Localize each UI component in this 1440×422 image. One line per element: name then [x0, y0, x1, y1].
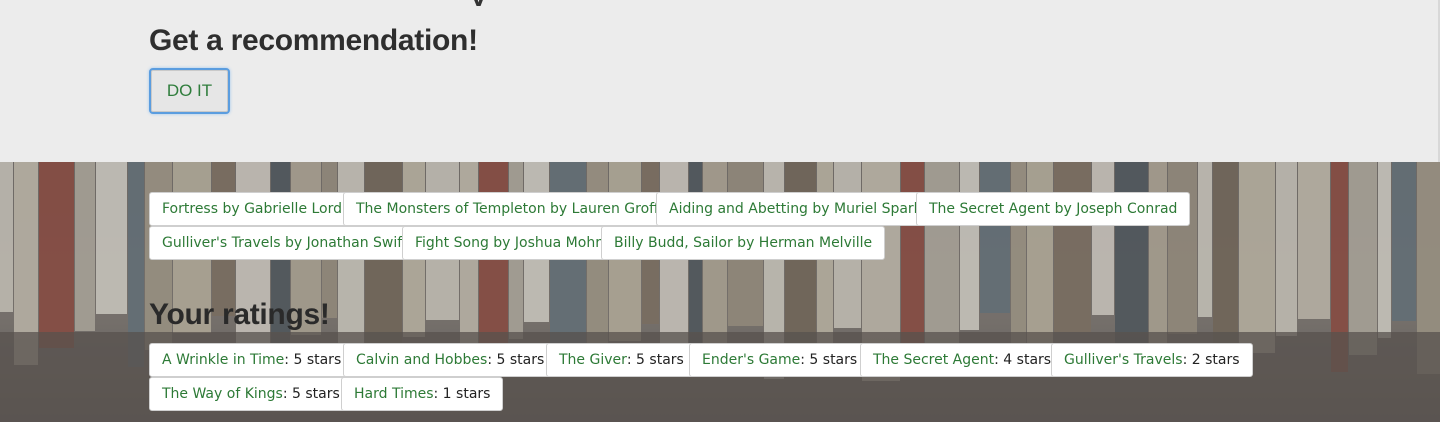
- rating-value: : 5 stars: [284, 352, 342, 368]
- recommendation-item[interactable]: Aiding and Abetting by Muriel Spark: [656, 192, 935, 226]
- rating-book-link[interactable]: The Way of Kings: [162, 386, 283, 402]
- rating-item: The Way of Kings: 5 stars: [149, 377, 353, 411]
- rating-book-link[interactable]: Hard Times: [354, 386, 434, 402]
- do-it-button[interactable]: DO IT: [149, 68, 230, 114]
- rating-value: : 5 stars: [282, 386, 340, 402]
- rating-item: Gulliver's Travels: 2 stars: [1051, 343, 1253, 377]
- recommendation-item[interactable]: Fortress by Gabrielle Lord: [149, 192, 356, 226]
- rating-book-link[interactable]: A Wrinkle in Time: [162, 352, 284, 368]
- recommendation-section: y Get a recommendation! DO IT: [0, 0, 1440, 162]
- recommendation-item[interactable]: Billy Budd, Sailor by Herman Melville: [601, 226, 886, 260]
- cutoff-heading-fragment: y: [470, 0, 500, 6]
- rating-item: Calvin and Hobbes: 5 stars: [343, 343, 558, 377]
- rating-value: : 5 stars: [800, 352, 858, 368]
- rating-item: Hard Times: 1 stars: [341, 377, 504, 411]
- recommendation-item[interactable]: Fight Song by Joshua Mohr: [402, 226, 614, 260]
- recommendation-item[interactable]: The Monsters of Templeton by Lauren Grof…: [343, 192, 672, 226]
- rating-value: : 4 stars: [994, 352, 1052, 368]
- recommendation-item[interactable]: Gulliver's Travels by Jonathan Swift: [149, 226, 421, 260]
- rating-item: The Secret Agent: 4 stars: [860, 343, 1065, 377]
- rating-book-link[interactable]: The Giver: [559, 352, 627, 368]
- ratings-heading: Your ratings!: [149, 298, 330, 331]
- rating-value: : 5 stars: [626, 352, 684, 368]
- rating-item: Ender's Game: 5 stars: [689, 343, 871, 377]
- rating-value: : 2 stars: [1182, 352, 1240, 368]
- recommendation-heading: Get a recommendation!: [149, 24, 478, 57]
- rating-book-link[interactable]: Ender's Game: [702, 352, 800, 368]
- rating-book-link[interactable]: Gulliver's Travels: [1064, 352, 1183, 368]
- rating-item: The Giver: 5 stars: [546, 343, 697, 377]
- rating-book-link[interactable]: Calvin and Hobbes: [356, 352, 487, 368]
- rating-item: A Wrinkle in Time: 5 stars: [149, 343, 355, 377]
- rating-value: : 5 stars: [487, 352, 545, 368]
- recommendation-item[interactable]: The Secret Agent by Joseph Conrad: [916, 192, 1191, 226]
- rating-value: : 1 stars: [433, 386, 491, 402]
- rating-book-link[interactable]: The Secret Agent: [873, 352, 994, 368]
